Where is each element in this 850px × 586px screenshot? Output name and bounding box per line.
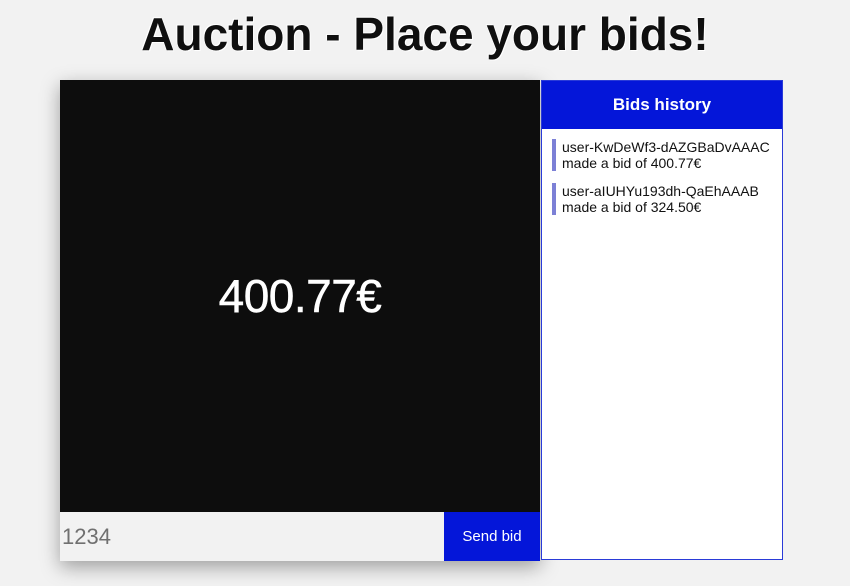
send-bid-button[interactable]: Send bid [444,512,540,561]
bids-history-list: user-KwDeWf3-dAZGBaDvAAAC made a bid of … [542,129,782,215]
bid-history-item: user-KwDeWf3-dAZGBaDvAAAC made a bid of … [552,139,772,171]
price-display: 400.77€ [60,80,540,512]
bid-history-item: user-aIUHYu193dh-QaEhAAAB made a bid of … [552,183,772,215]
bid-amount-input[interactable] [60,512,444,561]
auction-panel: 400.77€ Send bid [60,80,540,561]
bids-history-header: Bids history [542,81,782,129]
bids-history-panel: Bids history user-KwDeWf3-dAZGBaDvAAAC m… [541,80,783,560]
page-title: Auction - Place your bids! [141,8,709,60]
current-price: 400.77€ [218,270,382,323]
bid-form: Send bid [60,512,540,561]
